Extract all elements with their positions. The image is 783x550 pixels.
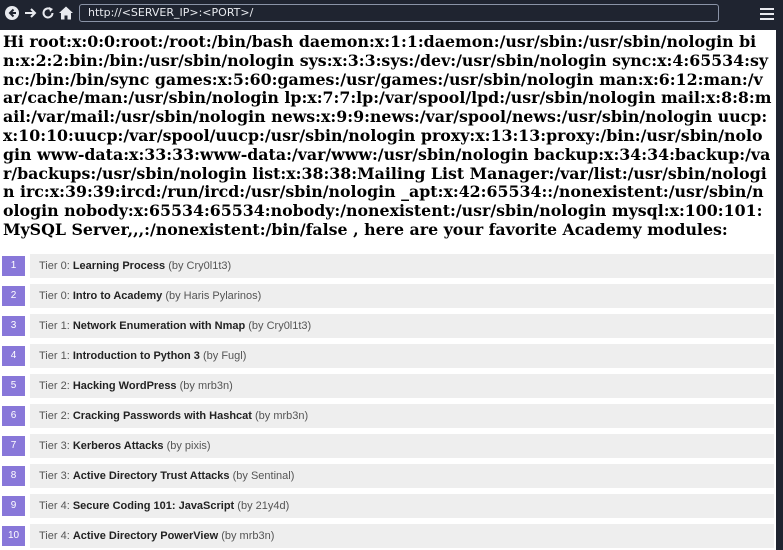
module-number-badge: 6 — [2, 406, 25, 426]
module-tier: Tier 0: — [39, 290, 73, 302]
module-row: 3 Tier 1: Network Enumeration with Nmap (… — [0, 314, 774, 338]
module-text: Tier 1: Network Enumeration with Nmap (b… — [39, 314, 311, 338]
module-author: (by Haris Pylarinos) — [162, 290, 262, 302]
module-text: Tier 2: Cracking Passwords with Hashcat … — [39, 404, 308, 428]
module-title: Hacking WordPress — [72, 380, 177, 392]
module-title: Secure Coding 101: JavaScript — [72, 500, 235, 512]
window-edge — [776, 30, 783, 550]
back-icon[interactable] — [3, 0, 21, 30]
module-author: (by mrb3n) — [251, 410, 309, 422]
module-row: 8 Tier 3: Active Directory Trust Attacks … — [0, 464, 774, 488]
module-tier: Tier 2: — [39, 410, 73, 422]
module-tier: Tier 1: — [39, 350, 73, 362]
module-title: Introduction to Python 3 — [72, 350, 200, 362]
module-tier: Tier 3: — [39, 470, 73, 482]
module-author: (by Fugl) — [199, 350, 247, 362]
module-title: Network Enumeration with Nmap — [72, 320, 246, 332]
module-row: 4 Tier 1: Introduction to Python 3 (by Fu… — [0, 344, 774, 368]
module-row: 2 Tier 0: Intro to Academy (by Haris Pyla… — [0, 284, 774, 308]
module-text: Tier 2: Hacking WordPress (by mrb3n) — [39, 374, 233, 398]
module-row: 6 Tier 2: Cracking Passwords with Hashcat… — [0, 404, 774, 428]
module-number-badge: 8 — [2, 466, 25, 486]
module-row: 9 Tier 4: Secure Coding 101: JavaScript (… — [0, 494, 774, 518]
module-author: (by Cry0l1t3) — [245, 320, 312, 332]
greeting-text: Hi root:x:0:0:root:/root:/bin/bash daemo… — [3, 32, 772, 239]
module-text: Tier 1: Introduction to Python 3 (by Fug… — [39, 344, 246, 368]
module-title: Cracking Passwords with Hashcat — [72, 410, 252, 422]
module-title: Learning Process — [72, 260, 166, 272]
module-tier: Tier 2: — [39, 380, 73, 392]
module-tier: Tier 1: — [39, 320, 73, 332]
module-number-badge: 1 — [2, 256, 25, 276]
module-tier: Tier 0: — [39, 260, 73, 272]
module-title: Intro to Academy — [72, 290, 163, 302]
module-author: (by pixis) — [163, 440, 211, 452]
module-text: Tier 3: Kerberos Attacks (by pixis) — [39, 434, 211, 458]
module-text: Tier 0: Learning Process (by Cry0l1t3) — [39, 254, 231, 278]
module-tier: Tier 4: — [39, 530, 73, 542]
module-title: Kerberos Attacks — [72, 440, 164, 452]
module-list: 1 Tier 0: Learning Process (by Cry0l1t3) 2… — [0, 254, 774, 550]
module-author: (by Cry0l1t3) — [165, 260, 232, 272]
module-row: 5 Tier 2: Hacking WordPress (by mrb3n) — [0, 374, 774, 398]
forward-icon[interactable] — [21, 0, 39, 29]
module-row: 1 Tier 0: Learning Process (by Cry0l1t3) — [0, 254, 774, 278]
nav-buttons — [0, 0, 75, 30]
module-title: Active Directory Trust Attacks — [72, 470, 230, 482]
browser-toolbar: http://<SERVER_IP>:<PORT>/ — [0, 0, 783, 28]
module-number-badge: 10 — [2, 526, 25, 546]
module-text: Tier 4: Active Directory PowerView (by m… — [39, 524, 274, 548]
address-bar[interactable]: http://<SERVER_IP>:<PORT>/ — [79, 4, 719, 22]
module-row: 10 Tier 4: Active Directory PowerView (by… — [0, 524, 774, 548]
module-number-badge: 5 — [2, 376, 25, 396]
module-number-badge: 7 — [2, 436, 25, 456]
module-text: Tier 0: Intro to Academy (by Haris Pylar… — [39, 284, 261, 308]
page-content: Hi root:x:0:0:root:/root:/bin/bash daemo… — [0, 30, 776, 550]
module-author: (by mrb3n) — [218, 530, 275, 542]
module-title: Active Directory PowerView — [72, 530, 219, 542]
reload-icon[interactable] — [39, 0, 57, 29]
module-row: 7 Tier 3: Kerberos Attacks (by pixis) — [0, 434, 774, 458]
module-author: (by Sentinal) — [229, 470, 295, 482]
module-number-badge: 2 — [2, 286, 25, 306]
module-text: Tier 3: Active Directory Trust Attacks (… — [39, 464, 294, 488]
module-author: (by 21y4d) — [234, 500, 290, 512]
hamburger-menu-icon[interactable] — [760, 5, 774, 23]
module-tier: Tier 3: — [39, 440, 73, 452]
module-tier: Tier 4: — [39, 500, 73, 512]
module-text: Tier 4: Secure Coding 101: JavaScript (b… — [39, 494, 289, 518]
home-icon[interactable] — [57, 0, 75, 30]
module-number-badge: 4 — [2, 346, 25, 366]
module-number-badge: 3 — [2, 316, 25, 336]
module-number-badge: 9 — [2, 496, 25, 516]
module-author: (by mrb3n) — [176, 380, 233, 392]
